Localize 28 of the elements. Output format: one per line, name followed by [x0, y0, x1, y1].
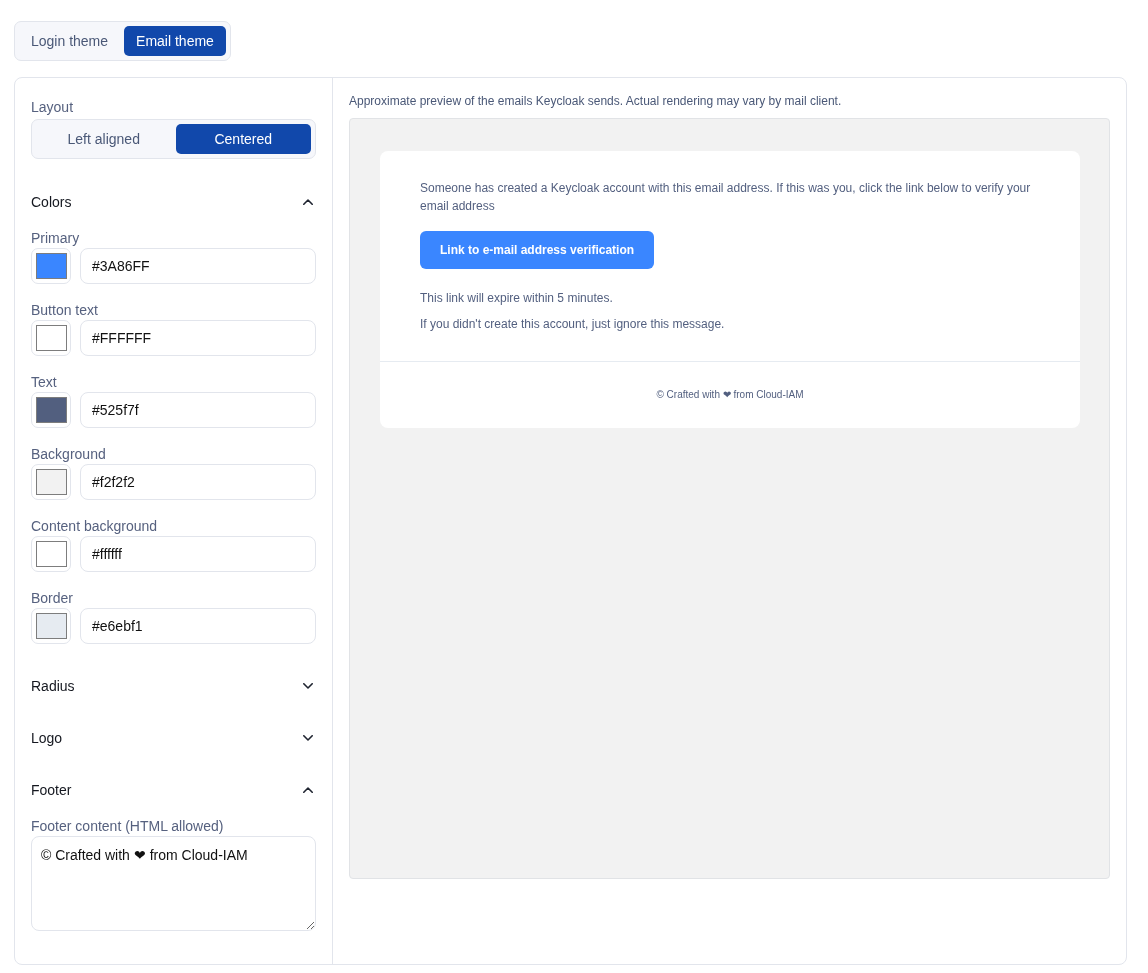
field-label: Text	[31, 373, 58, 391]
field-label: Layout	[31, 98, 75, 116]
section-header[interactable]: Colors	[31, 184, 316, 220]
color-input-field[interactable]: #e6ebf1	[80, 608, 316, 644]
preview-caption: Approximate preview of the emails Keycloak sends. Actual rendering may vary by mail client.	[349, 93, 843, 109]
theme-tab[interactable]: Login theme	[19, 26, 121, 56]
footer-content-field[interactable]: © Crafted with ❤ from Cloud-IAM	[31, 836, 316, 931]
color-input-field[interactable]: #f2f2f2	[80, 464, 316, 500]
field-label: Content background	[31, 517, 159, 535]
color-input-field[interactable]: #525f7f	[80, 392, 316, 428]
email-text: This link will expire within 5 minutes.	[420, 290, 614, 307]
field-label: Primary	[31, 229, 81, 247]
email-text: If you didn't create this account, just ignore this message.	[420, 316, 726, 333]
section-header[interactable]: Logo	[31, 720, 316, 756]
color-input-field[interactable]: #FFFFFF	[80, 320, 316, 356]
field-label: Footer content (HTML allowed)	[31, 817, 225, 835]
field-label: Button text	[31, 301, 99, 319]
color-input-field[interactable]: #3A86FF	[80, 248, 316, 284]
email-message: Someone has created a Keycloak account with this email address. If this was you, click the link below to verify your email address	[420, 180, 1032, 215]
section-header[interactable]: Footer	[31, 772, 316, 808]
field-label: Border	[31, 589, 75, 607]
email-footer-text: © Crafted with ❤ from Cloud-IAM	[656, 388, 804, 402]
section-header[interactable]: Radius	[31, 668, 316, 704]
segment-button[interactable]: Left aligned	[36, 124, 172, 154]
segment-button[interactable]: Centered	[175, 124, 311, 154]
color-input-field[interactable]: #ffffff	[80, 536, 316, 572]
theme-tab[interactable]: Email theme	[124, 26, 226, 56]
field-label: Background	[31, 445, 107, 463]
